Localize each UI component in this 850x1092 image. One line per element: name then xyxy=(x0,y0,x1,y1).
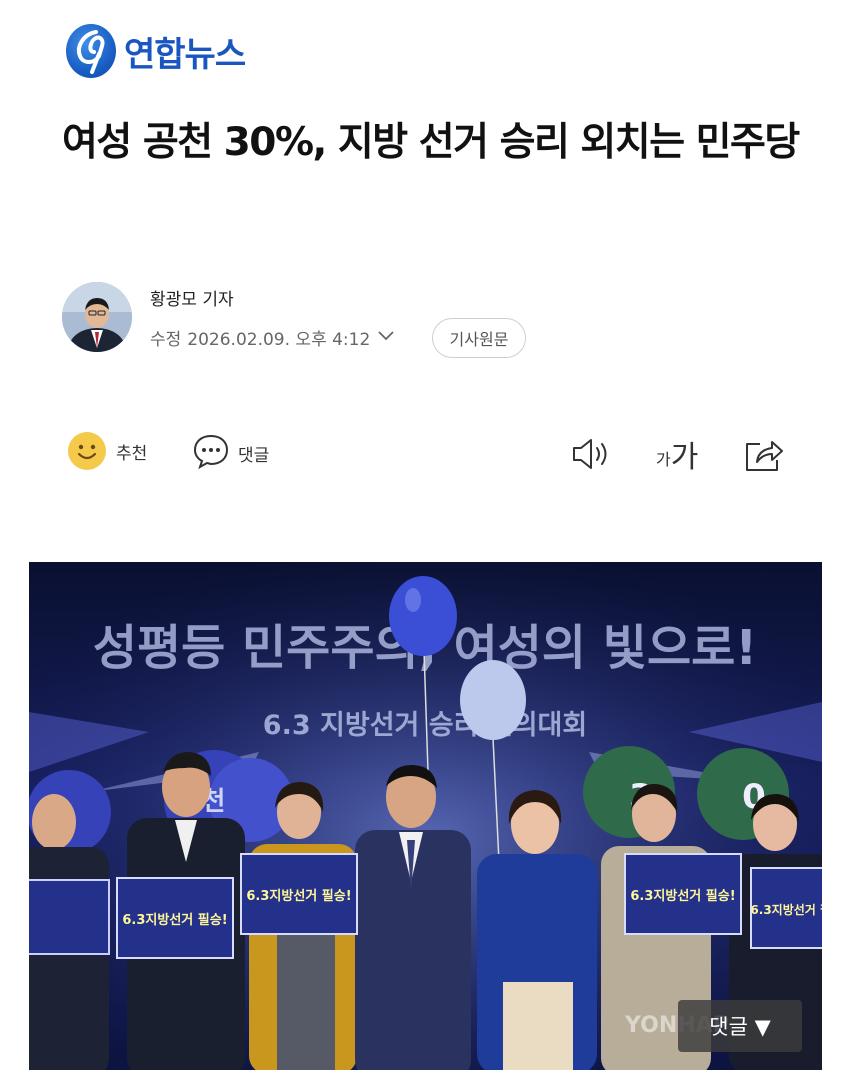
tts-speaker-icon[interactable] xyxy=(570,432,614,476)
reporter-avatar[interactable] xyxy=(62,282,132,352)
font-size-large-glyph: 가 xyxy=(670,440,699,475)
light-balloon xyxy=(460,660,526,740)
share-icon[interactable] xyxy=(742,432,786,476)
photo-banner-sub: 6.3 지방선거 승리 결의대회 xyxy=(263,710,587,741)
font-size-small-glyph: 가 xyxy=(656,450,671,469)
placard-left-edge xyxy=(29,879,110,955)
modified-label: 수정 xyxy=(150,330,182,350)
article-date: 2026.02.09. 오후 4:12 xyxy=(187,330,371,350)
brand-name: 연합뉴스 xyxy=(124,34,246,75)
recommend-label: 추천 xyxy=(116,443,148,464)
placard-1: 6.3지방선거 필승! xyxy=(116,877,234,959)
chevron-down-icon[interactable] xyxy=(376,328,396,348)
placard-3: 6.3지방선거 필승! xyxy=(624,853,742,935)
recommend-button[interactable]: 추천 xyxy=(68,432,147,470)
placard-4-text: 6.3지방선거 필승! xyxy=(750,902,822,917)
smile-emoji-icon xyxy=(68,432,106,470)
article-photo[interactable]: 성평등 민주주의, 여성의 빛으로! 6.3 지방선거 승리 결의대회 공 천 … xyxy=(29,562,822,1070)
original-article-button[interactable]: 기사원문 xyxy=(432,318,526,358)
yonhap-logo-icon xyxy=(66,24,116,78)
blue-balloon xyxy=(389,576,457,656)
placard-1-text: 6.3지방선거 필승! xyxy=(122,912,227,928)
yonhap-logo[interactable]: 연합뉴스 xyxy=(66,24,246,78)
modified-date-row[interactable]: 수정 2026.02.09. 오후 4:12 xyxy=(150,325,396,350)
photo-comments-toggle[interactable]: 댓글 ▼ xyxy=(678,1000,802,1052)
comment-button[interactable]: 댓글 xyxy=(192,432,269,475)
comment-bubble-icon xyxy=(192,432,230,475)
comment-label: 댓글 xyxy=(238,446,270,466)
font-size-button[interactable]: 가 가 xyxy=(656,432,698,476)
reporter-name[interactable]: 황광모 기자 xyxy=(150,285,234,310)
placard-3-text: 6.3지방선거 필승! xyxy=(630,888,735,904)
placard-4: 6.3지방선거 필승! xyxy=(750,867,822,949)
placard-2: 6.3지방선거 필승! xyxy=(240,853,358,935)
article-headline: 여성 공천 30%, 지방 선거 승리 외치는 민주당 xyxy=(62,120,800,165)
placard-2-text: 6.3지방선거 필승! xyxy=(246,888,351,904)
